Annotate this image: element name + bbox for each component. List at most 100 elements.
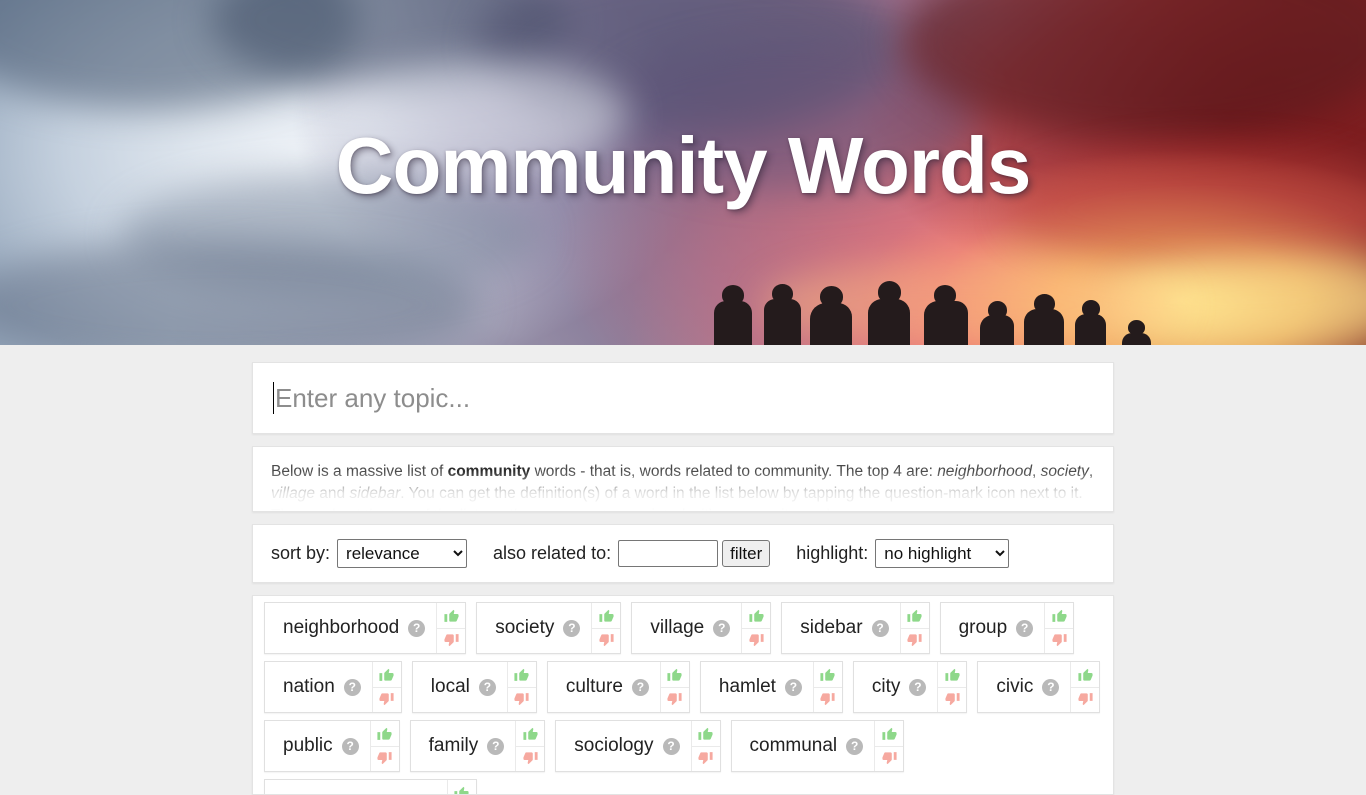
thumbs-up-icon[interactable] bbox=[448, 780, 476, 794]
word-chip[interactable]: communal? bbox=[730, 720, 905, 772]
question-mark-icon[interactable]: ? bbox=[846, 737, 864, 755]
word-chip-main[interactable]: group? bbox=[941, 603, 1045, 653]
word-chip-main[interactable]: sociology? bbox=[556, 721, 690, 771]
person-body bbox=[1024, 309, 1064, 345]
thumbs-up-icon[interactable] bbox=[814, 662, 842, 687]
main-content: Below is a massive list of community wor… bbox=[0, 362, 1366, 795]
word-chip[interactable]: city? bbox=[852, 661, 968, 713]
thumbs-down-icon[interactable] bbox=[437, 627, 466, 654]
thumbs-down-icon[interactable] bbox=[370, 745, 399, 772]
thumbs-down-icon[interactable] bbox=[507, 686, 536, 713]
word-chip[interactable]: local? bbox=[411, 661, 537, 713]
highlight-select[interactable]: no highlight bbox=[875, 539, 1010, 568]
thumbs-down-icon[interactable] bbox=[516, 745, 545, 772]
filter-button[interactable]: filter bbox=[722, 540, 771, 567]
vote-column bbox=[659, 662, 689, 713]
thumbs-down-icon[interactable] bbox=[742, 627, 771, 654]
word-chip-main[interactable]: family? bbox=[411, 721, 516, 771]
question-mark-icon[interactable]: ? bbox=[871, 619, 889, 637]
description-card[interactable]: Below is a massive list of community wor… bbox=[252, 446, 1114, 512]
thumbs-up-icon[interactable] bbox=[1045, 603, 1073, 628]
word-chip[interactable]: sociology? bbox=[555, 720, 721, 772]
question-mark-icon[interactable]: ? bbox=[713, 619, 731, 637]
word-label: sociology bbox=[574, 735, 654, 756]
thumbs-up-icon[interactable] bbox=[875, 721, 903, 746]
vote-column bbox=[371, 662, 401, 713]
question-mark-icon[interactable]: ? bbox=[487, 737, 505, 755]
thumbs-down-icon[interactable] bbox=[660, 686, 689, 713]
thumbs-down-icon[interactable] bbox=[875, 745, 904, 772]
sort-by-select[interactable]: relevance bbox=[337, 539, 468, 568]
thumbs-down-icon[interactable] bbox=[938, 686, 967, 713]
thumbs-up-icon[interactable] bbox=[938, 662, 966, 687]
question-mark-icon[interactable]: ? bbox=[408, 619, 426, 637]
thumbs-up-icon[interactable] bbox=[373, 662, 401, 687]
question-mark-icon[interactable]: ? bbox=[478, 678, 496, 696]
question-mark-icon[interactable]: ? bbox=[341, 737, 359, 755]
search-input[interactable] bbox=[275, 382, 1093, 414]
vote-column bbox=[1070, 662, 1100, 713]
word-chip-main[interactable]: sidebar? bbox=[782, 603, 899, 653]
thumbs-up-icon[interactable] bbox=[901, 603, 929, 628]
word-chip[interactable]: culture? bbox=[546, 661, 690, 713]
word-chip-main[interactable]: city? bbox=[854, 662, 938, 712]
question-mark-icon[interactable]: ? bbox=[1042, 678, 1060, 696]
person-body bbox=[980, 315, 1014, 345]
search-card[interactable] bbox=[252, 362, 1114, 434]
thumbs-up-icon[interactable] bbox=[692, 721, 720, 746]
word-chip-main[interactable]: nation? bbox=[265, 662, 372, 712]
word-chip[interactable]: society? bbox=[476, 602, 622, 654]
question-mark-icon[interactable]: ? bbox=[563, 619, 581, 637]
question-mark-icon[interactable]: ? bbox=[662, 737, 680, 755]
thumbs-up-icon[interactable] bbox=[508, 662, 536, 687]
word-chip[interactable]: public? bbox=[264, 720, 400, 772]
thumbs-down-icon[interactable] bbox=[1045, 627, 1074, 654]
question-mark-icon[interactable]: ? bbox=[1016, 619, 1034, 637]
controls-bar: sort by: relevance also related to: filt… bbox=[252, 524, 1114, 583]
word-chip-main[interactable]: neighbourhood? bbox=[265, 780, 447, 794]
word-chip-main[interactable]: public? bbox=[265, 721, 370, 771]
thumbs-down-icon[interactable] bbox=[592, 627, 621, 654]
word-chip-main[interactable]: communal? bbox=[732, 721, 875, 771]
word-chip[interactable]: family? bbox=[409, 720, 546, 772]
word-chip[interactable]: sidebar? bbox=[781, 602, 930, 654]
word-chip[interactable]: hamlet? bbox=[699, 661, 843, 713]
vote-column bbox=[937, 662, 967, 713]
word-chip-main[interactable]: society? bbox=[477, 603, 591, 653]
thumbs-up-icon[interactable] bbox=[592, 603, 620, 628]
word-chip[interactable]: neighbourhood? bbox=[264, 779, 477, 794]
thumbs-up-icon[interactable] bbox=[371, 721, 399, 746]
word-chip-main[interactable]: local? bbox=[413, 662, 507, 712]
word-label: hamlet bbox=[718, 676, 776, 697]
thumbs-down-icon[interactable] bbox=[691, 745, 720, 772]
thumbs-up-icon[interactable] bbox=[661, 662, 689, 687]
question-mark-icon[interactable]: ? bbox=[784, 678, 802, 696]
also-related-to-input[interactable] bbox=[618, 540, 719, 567]
word-label: society bbox=[495, 617, 555, 638]
thumbs-down-icon[interactable] bbox=[372, 686, 401, 713]
vote-column bbox=[899, 603, 929, 654]
thumbs-up-icon[interactable] bbox=[742, 603, 770, 628]
content-wrapper: Below is a massive list of community wor… bbox=[252, 362, 1114, 795]
word-chip-main[interactable]: neighborhood? bbox=[265, 603, 436, 653]
word-chip-main[interactable]: civic? bbox=[978, 662, 1070, 712]
page-title: Community Words bbox=[335, 121, 1032, 210]
thumbs-up-icon[interactable] bbox=[516, 721, 544, 746]
word-chip[interactable]: group? bbox=[939, 602, 1075, 654]
word-chip-main[interactable]: culture? bbox=[548, 662, 660, 712]
thumbs-up-icon[interactable] bbox=[1071, 662, 1099, 687]
word-chip[interactable]: nation? bbox=[264, 661, 402, 713]
thumbs-down-icon[interactable] bbox=[900, 627, 929, 654]
thumbs-up-icon[interactable] bbox=[437, 603, 465, 628]
question-mark-icon[interactable]: ? bbox=[631, 678, 649, 696]
word-chip-main[interactable]: village? bbox=[632, 603, 741, 653]
question-mark-icon[interactable]: ? bbox=[343, 678, 361, 696]
thumbs-down-icon[interactable] bbox=[1071, 686, 1100, 713]
question-mark-icon[interactable]: ? bbox=[909, 678, 927, 696]
vote-column bbox=[369, 721, 399, 772]
word-chip[interactable]: neighborhood? bbox=[264, 602, 467, 654]
word-chip-main[interactable]: hamlet? bbox=[701, 662, 813, 712]
thumbs-down-icon[interactable] bbox=[813, 686, 842, 713]
word-chip[interactable]: village? bbox=[631, 602, 772, 654]
word-chip[interactable]: civic? bbox=[977, 661, 1101, 713]
